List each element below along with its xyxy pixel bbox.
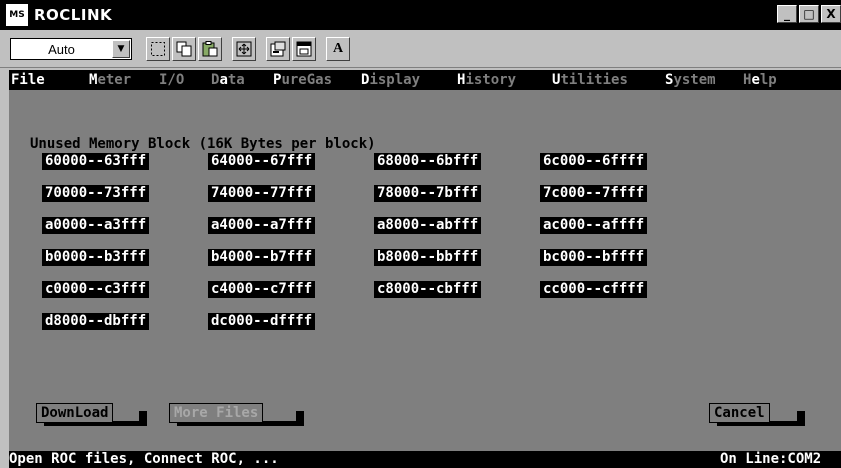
status-message: Open ROC files, Connect ROC, ... (9, 451, 279, 467)
menu-bar: File Meter I/O Data PureGas Display Hist… (9, 70, 841, 90)
memory-block[interactable]: c0000--c3fff (42, 281, 150, 298)
memory-block[interactable]: 78000--7bfff (374, 185, 482, 202)
memory-block[interactable]: a4000--a7fff (208, 217, 316, 234)
memory-block[interactable]: b8000--bbfff (374, 249, 482, 266)
memory-block[interactable]: 7c000--7ffff (540, 185, 648, 202)
copy-icon[interactable] (172, 37, 196, 61)
chevron-down-icon[interactable]: ▼ (112, 40, 130, 58)
memory-block[interactable]: 60000--63fff (42, 153, 150, 170)
menu-file[interactable]: File (11, 70, 45, 90)
memory-block[interactable]: 68000--6bfff (374, 153, 482, 170)
toolbar: Auto ▼ A (0, 30, 841, 68)
title-bar[interactable]: MS ROCLINK _ □ X (0, 0, 841, 30)
more-files-label: More Files (169, 403, 264, 423)
window-controls: _ □ X (777, 5, 841, 23)
memory-block[interactable]: a0000--a3fff (42, 217, 150, 234)
menu-display[interactable]: Display (361, 70, 420, 90)
menu-meter[interactable]: Meter (89, 70, 131, 90)
status-bar: Open ROC files, Connect ROC, ... On Line… (9, 451, 841, 468)
connection-status: On Line:COM2 (720, 451, 822, 467)
memory-block[interactable]: 70000--73fff (42, 185, 150, 202)
menu-data[interactable]: Data (211, 70, 245, 90)
mark-icon[interactable] (146, 37, 170, 61)
download-label: DownLoad (36, 403, 114, 423)
memory-block[interactable]: ac000--affff (540, 217, 648, 234)
memory-block[interactable]: 74000--77fff (208, 185, 316, 202)
app-icon: MS (6, 4, 28, 26)
menu-system[interactable]: System (665, 70, 716, 90)
menu-utilities[interactable]: Utilities (552, 70, 628, 90)
memory-block[interactable]: c4000--c7fff (208, 281, 316, 298)
paste-icon[interactable] (198, 37, 222, 61)
maximize-button[interactable]: □ (799, 5, 819, 23)
properties-icon[interactable] (266, 37, 290, 61)
font-icon[interactable]: A (326, 37, 350, 61)
memory-block[interactable]: 6c000--6ffff (540, 153, 648, 170)
menu-puregas[interactable]: PureGas (273, 70, 332, 90)
memory-block[interactable]: bc000--bffff (540, 249, 648, 266)
memory-block[interactable]: 64000--67fff (208, 153, 316, 170)
memory-block[interactable]: b4000--b7fff (208, 249, 316, 266)
menu-history[interactable]: History (457, 70, 516, 90)
memory-block[interactable]: cc000--cffff (540, 281, 648, 298)
memory-block[interactable]: a8000--abfff (374, 217, 482, 234)
cancel-label: Cancel (709, 403, 770, 423)
window-title: ROCLINK (34, 6, 113, 24)
font-size-select[interactable]: Auto ▼ (10, 38, 132, 60)
memory-block[interactable]: b0000--b3fff (42, 249, 150, 266)
background-icon[interactable] (292, 37, 316, 61)
fullscreen-icon[interactable] (232, 37, 256, 61)
memory-block[interactable]: d8000--dbfff (42, 313, 150, 330)
close-button[interactable]: X (821, 5, 841, 23)
minimize-button[interactable]: _ (777, 5, 797, 23)
memory-block[interactable]: dc000--dffff (208, 313, 316, 330)
menu-help[interactable]: Help (743, 70, 777, 90)
font-size-value: Auto (48, 41, 75, 57)
menu-io[interactable]: I/O (159, 70, 184, 90)
memory-block[interactable]: c8000--cbfff (374, 281, 482, 298)
memory-heading: Unused Memory Block (16K Bytes per block… (30, 136, 376, 152)
console-area: File Meter I/O Data PureGas Display Hist… (9, 70, 841, 468)
